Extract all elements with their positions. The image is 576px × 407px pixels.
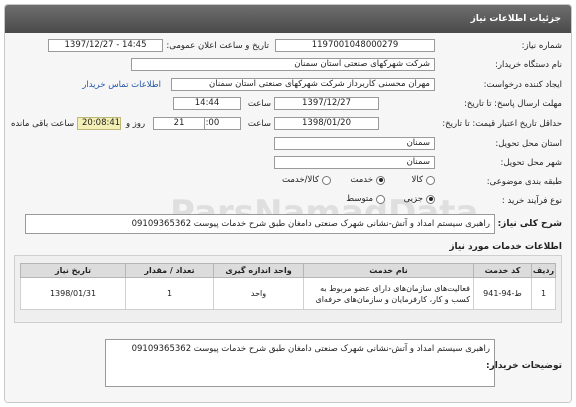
category-option-goods[interactable]: کالا	[412, 175, 435, 185]
days-field: 21	[153, 117, 205, 130]
province-field: سمنان	[274, 137, 435, 150]
radio-icon[interactable]	[322, 175, 331, 185]
cell-qty: 1	[125, 277, 214, 310]
send-time-label: ساعت	[247, 99, 271, 109]
buyer-desc-field: راهبری سیستم امداد و آتش-نشانی شهرک صنعت…	[105, 339, 495, 387]
cell-code: ط-94-941	[473, 277, 532, 310]
process-option-medium[interactable]: متوسط	[346, 194, 385, 204]
creator-field: مهران محسنی کاربرداز شرکت شهرکهای صنعتی …	[171, 78, 435, 91]
services-header-row: ردیف کد خدمت نام خدمت واحد اندازه گیری ت…	[20, 263, 556, 278]
buyer-desc-label: توضیحات خریدار:	[486, 361, 562, 371]
process-label: نوع فرآیند خرید :	[501, 196, 562, 206]
cell-date: 1398/01/31	[20, 277, 126, 310]
buyer-contact-link[interactable]: اطلاعات تماس خریدار	[82, 80, 161, 90]
radio-selected-icon[interactable]	[376, 175, 385, 185]
validity-date-field: 1398/01/20	[274, 117, 379, 130]
cell-name: فعالیت‌های سازمان‌های دارای عضو مربوط به…	[303, 277, 474, 310]
announce-field: 1397/12/27 - 14:45	[48, 39, 163, 52]
radio-icon[interactable]	[426, 175, 435, 185]
category-option-service[interactable]: خدمت	[350, 175, 385, 185]
creator-label: ایجاد کننده درخواست:	[483, 80, 562, 90]
category-option-goods-service[interactable]: کالا/خدمت	[282, 175, 331, 185]
radio-icon[interactable]	[376, 194, 385, 204]
col-unit: واحد اندازه گیری	[213, 263, 304, 278]
buyer-field: شرکت شهرکهای صنعتی استان سمنان	[131, 58, 435, 71]
announce-label: تاریخ و ساعت اعلان عمومی:	[166, 41, 269, 51]
table-row[interactable]: 1 ط-94-941 فعالیت‌های سازمان‌های دارای ع…	[20, 277, 556, 310]
col-date: تاریخ نیاز	[20, 263, 126, 278]
remaining-label: ساعت باقی مانده	[11, 119, 75, 129]
validity-time-label: ساعت	[247, 119, 271, 129]
col-name: نام خدمت	[303, 263, 474, 278]
category-label: طبقه بندی موضوعی:	[486, 177, 562, 187]
col-qty: تعداد / مقدار	[125, 263, 214, 278]
buyer-label: نام دستگاه خریدار:	[495, 60, 562, 70]
validity-label: حداقل تاریخ اعتبار قیمت: تا تاریخ:	[442, 119, 562, 129]
cell-index: 1	[531, 277, 556, 310]
services-title: اطلاعات خدمات مورد نیاز	[449, 242, 562, 252]
need-number-field: 1197001048000279	[275, 39, 435, 52]
panel-title: جزئیات اطلاعات نیاز	[470, 14, 561, 24]
radio-selected-icon[interactable]	[426, 194, 435, 204]
cell-unit: واحد	[213, 277, 304, 310]
need-number-label: شماره نیاز:	[521, 41, 562, 51]
general-desc-label: شرح کلی نیاز:	[497, 219, 562, 229]
general-desc-field: راهبری سیستم امداد و آتش-نشانی شهرک صنعت…	[25, 214, 495, 234]
col-index: ردیف	[531, 263, 556, 278]
process-option-minor[interactable]: جزیی	[404, 194, 435, 204]
days-label: روز و	[126, 119, 146, 129]
remaining-timer: 20:08:41	[77, 117, 121, 130]
city-label: شهر محل تحویل:	[500, 158, 562, 168]
send-date-field: 1397/12/27	[274, 97, 379, 110]
province-label: استان محل تحویل:	[495, 139, 562, 149]
need-details-panel: جزئیات اطلاعات نیاز ParsNamadData پایگاه…	[4, 4, 572, 403]
city-field: سمنان	[274, 156, 435, 169]
services-table: ردیف کد خدمت نام خدمت واحد اندازه گیری ت…	[20, 263, 556, 310]
panel-header: جزئیات اطلاعات نیاز	[5, 5, 571, 33]
details-form: ParsNamadData پایگاه اطلاع رسانی مناقصه …	[5, 33, 571, 402]
send-time-field: 14:44	[173, 97, 241, 110]
send-deadline-label: مهلت ارسال پاسخ: تا تاریخ:	[464, 99, 562, 109]
col-code: کد خدمت	[473, 263, 532, 278]
